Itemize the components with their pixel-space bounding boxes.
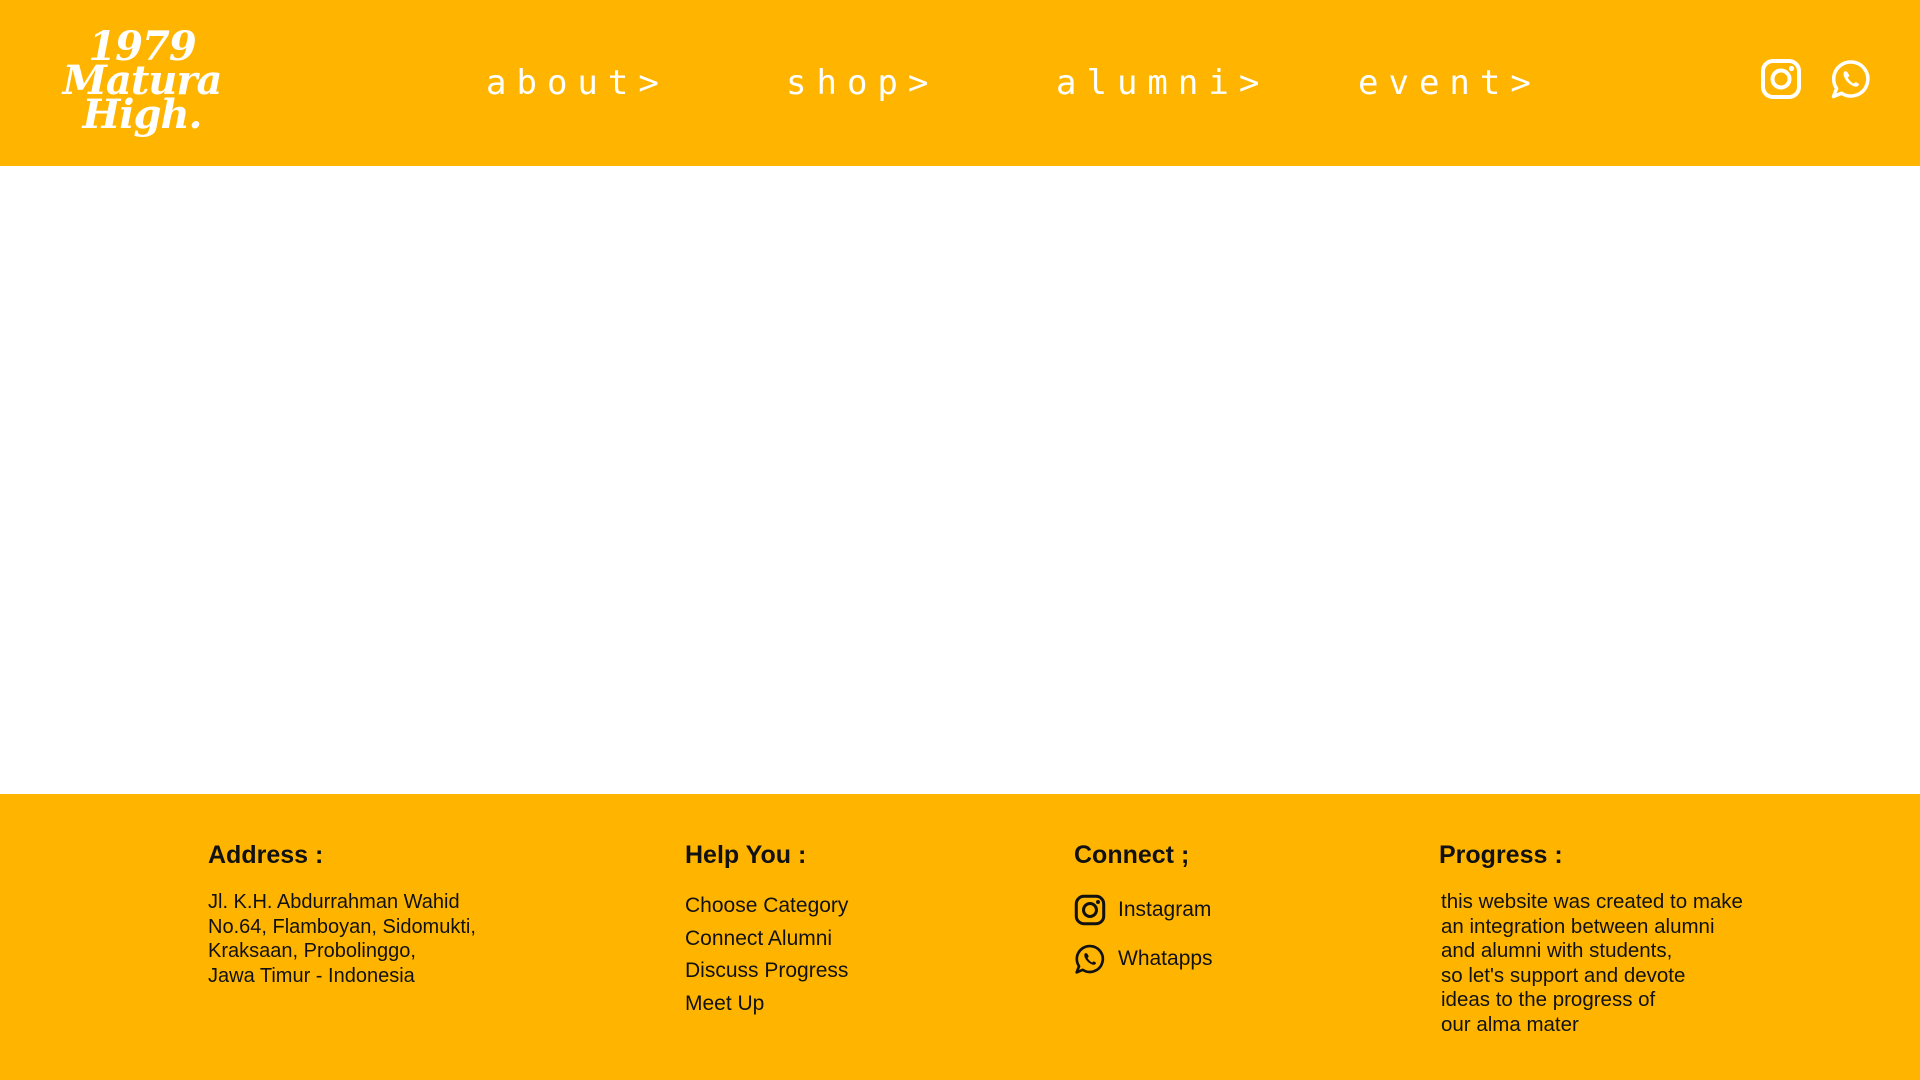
help-list: Choose Category Connect Alumni Discuss P… <box>685 890 848 1020</box>
progress-heading: Progress : <box>1439 841 1563 869</box>
help-heading: Help You : <box>685 841 807 869</box>
main-nav: about> shop> alumni> event> <box>0 60 1920 106</box>
footer-progress: Progress : this website was created to m… <box>1439 840 1801 1037</box>
instagram-icon[interactable] <box>1760 58 1802 100</box>
address-line: No.64, Flamboyan, Sidomukti, <box>208 915 476 938</box>
whatsapp-icon[interactable] <box>1830 58 1872 100</box>
connect-whatsapp-label: Whatapps <box>1118 947 1213 970</box>
help-link-meet-up[interactable]: Meet Up <box>685 988 848 1021</box>
progress-text: this website was created to make an inte… <box>1441 890 1801 1037</box>
main-content <box>0 166 1920 794</box>
instagram-icon <box>1074 894 1106 926</box>
nav-link-alumni[interactable]: alumni> <box>1056 60 1269 106</box>
address-heading: Address : <box>208 841 324 869</box>
connect-list: Instagram Whatapps <box>1074 890 1213 979</box>
address-line: Kraksaan, Probolinggo, <box>208 940 416 962</box>
nav-link-about[interactable]: about> <box>486 60 669 106</box>
connect-heading: Connect ; <box>1074 841 1190 869</box>
help-link-connect-alumni[interactable]: Connect Alumni <box>685 923 848 956</box>
progress-line: an integration between alumni <box>1441 914 1715 938</box>
nav-link-shop[interactable]: shop> <box>786 60 938 106</box>
connect-whatsapp-link[interactable]: Whatapps <box>1074 939 1213 979</box>
footer-help: Help You : Choose Category Connect Alumn… <box>685 840 848 1020</box>
address-text: Jl. K.H. Abdurrahman Wahid No.64, Flambo… <box>208 890 476 988</box>
site-footer: Address : Jl. K.H. Abdurrahman Wahid No.… <box>0 794 1920 1080</box>
address-line: Jawa Timur - Indonesia <box>208 964 415 987</box>
whatsapp-icon <box>1075 944 1105 974</box>
site-header: 1979 Matura High. about> shop> alumni> e… <box>0 0 1920 166</box>
connect-instagram-link[interactable]: Instagram <box>1074 890 1213 930</box>
progress-line: and alumni with students, <box>1441 939 1673 962</box>
address-line: Jl. K.H. Abdurrahman Wahid <box>208 891 460 913</box>
nav-link-event[interactable]: event> <box>1358 60 1541 106</box>
help-link-choose-category[interactable]: Choose Category <box>685 890 848 923</box>
help-link-discuss-progress[interactable]: Discuss Progress <box>685 955 848 988</box>
footer-connect: Connect ; Instagram Whatapps <box>1074 840 1213 988</box>
progress-line: so let's support and devote <box>1441 963 1686 987</box>
connect-instagram-label: Instagram <box>1118 898 1212 921</box>
progress-line: our alma mater <box>1441 1012 1579 1036</box>
progress-line: this website was created to make <box>1441 890 1743 913</box>
footer-address: Address : Jl. K.H. Abdurrahman Wahid No.… <box>208 840 476 988</box>
progress-line: ideas to the progress of <box>1441 988 1656 1011</box>
